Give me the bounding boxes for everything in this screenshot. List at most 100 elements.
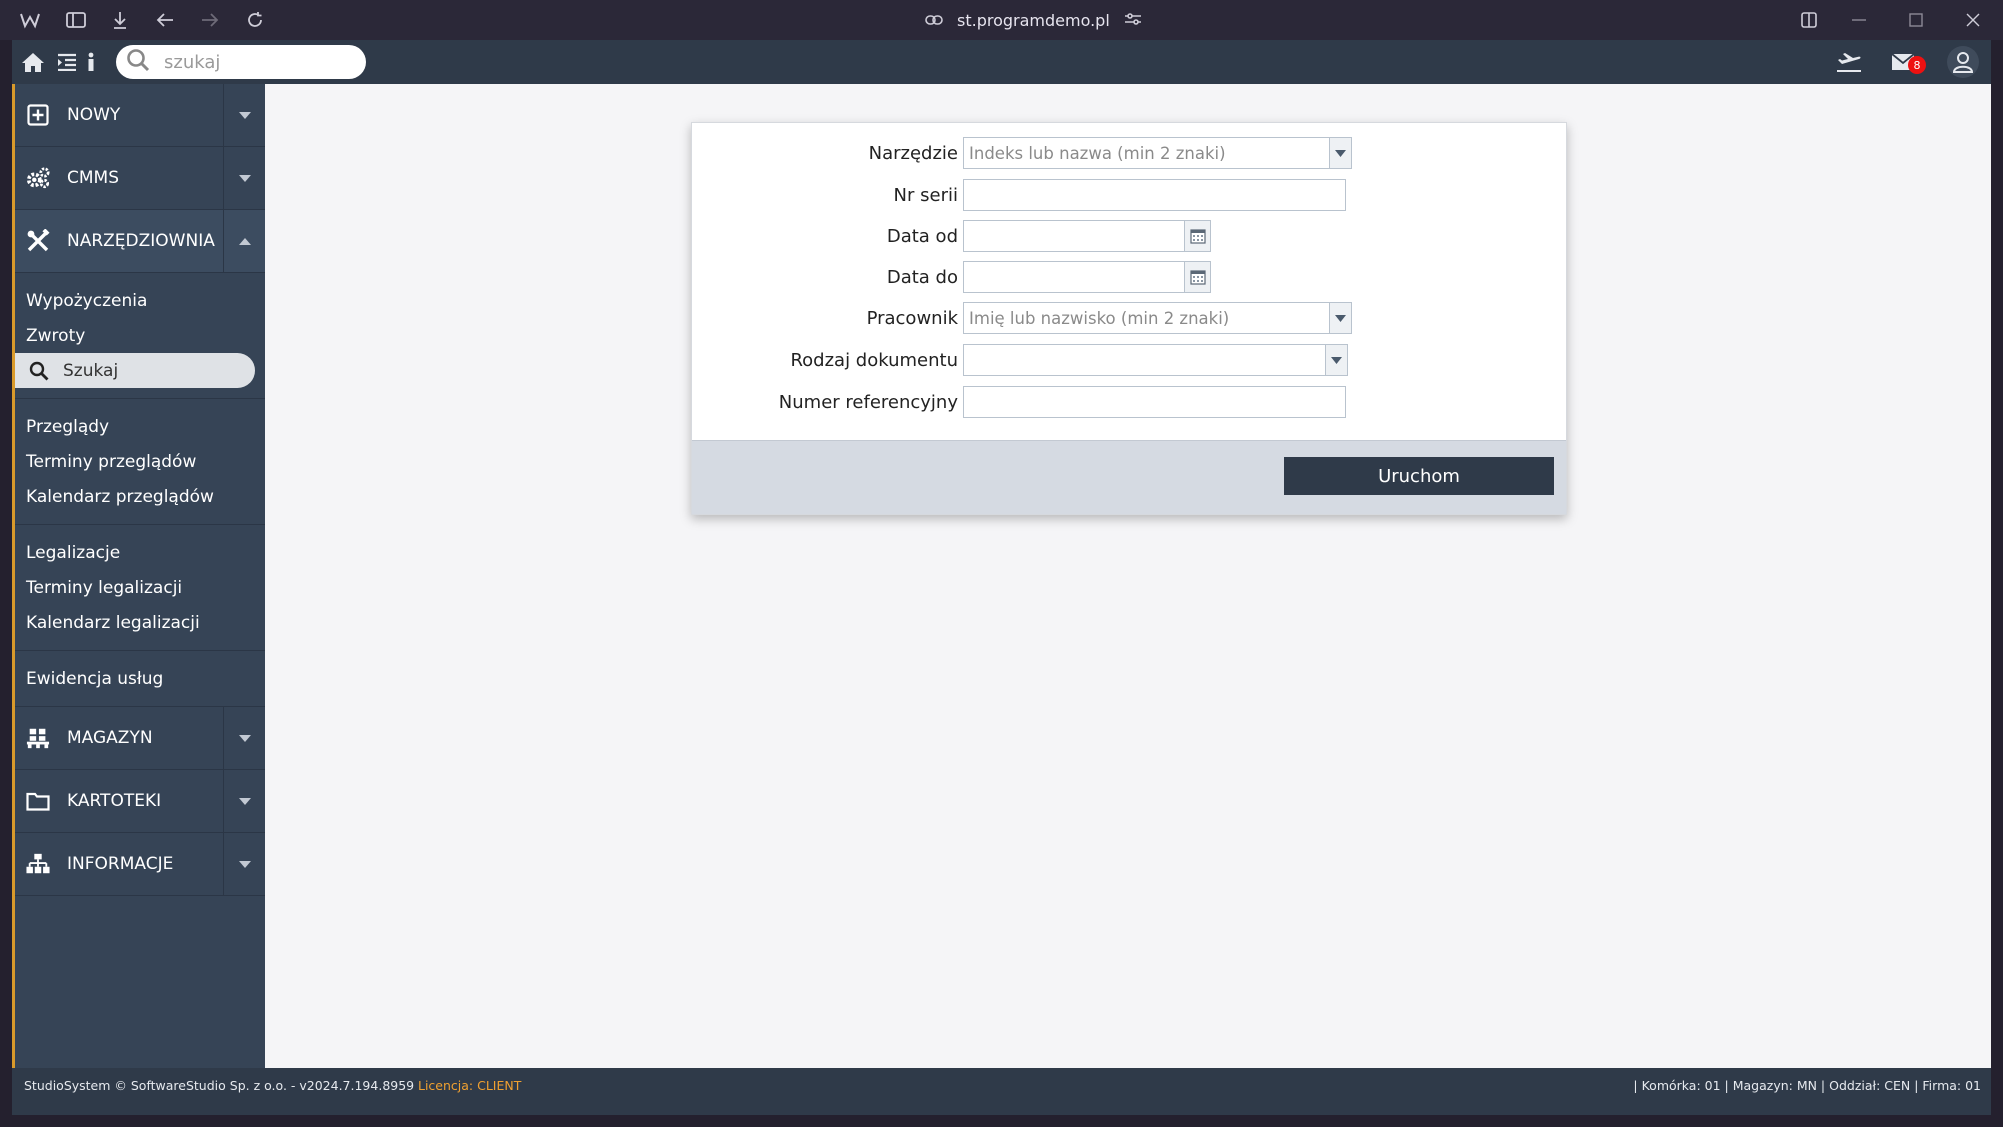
sidebar-section-label: NOWY [67,105,121,125]
sidebar-item-terminy-przegladow[interactable]: Terminy przeglądów [15,444,265,479]
field-label: Rodzaj dokumentu [790,349,958,371]
home-icon[interactable] [20,50,46,74]
search-icon [29,361,49,381]
app-header: 8 [12,40,1991,84]
sidebar-item-kalendarz-przegladow[interactable]: Kalendarz przeglądów [15,479,265,514]
context-info: | Komórka: 01 | Magazyn: MN | Oddział: C… [1633,1078,1981,1093]
folder-icon [26,789,50,813]
mail-count-badge: 8 [1908,56,1926,74]
chevron-down-icon[interactable] [223,84,265,147]
sidebar-section-label: NARZĘDZIOWNIA [67,231,215,251]
reference-number-field[interactable] [963,386,1346,418]
sidebar-section-magazyn[interactable]: MAGAZYN [15,707,265,770]
calendar-icon[interactable] [1184,262,1210,292]
sidebar-section-kartoteki[interactable]: KARTOTEKI [15,770,265,833]
main-content: Narzędzie Nr serii Data od [265,84,1991,1068]
sitemap-icon [26,852,50,876]
serial-number-input[interactable] [964,180,1345,210]
sidebar: NOWY CMMS NARZĘDZIOWNIA Wypożyczenia Zwr… [12,84,265,1068]
date-from-input[interactable] [964,221,1184,251]
sidebar-section-informacje[interactable]: INFORMACJE [15,833,265,896]
employee-combobox[interactable] [963,302,1352,334]
download-icon[interactable] [108,8,132,32]
search-form-panel: Narzędzie Nr serii Data od [691,122,1567,515]
run-button[interactable]: Uruchom [1284,457,1554,495]
sidebar-item-ewidencja-uslug[interactable]: Ewidencja usług [15,661,265,696]
sidebar-section-label: KARTOTEKI [67,791,162,811]
gears-icon [26,166,50,190]
sidebar-section-label: MAGAZYN [67,728,153,748]
sidebar-item-przeglady[interactable]: Przeglądy [15,409,265,444]
pallet-icon [26,726,50,750]
serial-number-field[interactable] [963,179,1346,211]
date-to-field[interactable] [963,261,1211,293]
address-bar[interactable]: st.programdemo.pl [925,8,1142,32]
sidebar-section-label: CMMS [67,168,119,188]
sidebar-toggle-icon[interactable] [64,8,88,32]
link-icon [925,11,943,30]
sidebar-item-legalizacje[interactable]: Legalizacje [15,535,265,570]
chevron-down-icon[interactable] [1325,345,1347,375]
sidebar-item-zwroty[interactable]: Zwroty [15,318,265,353]
sidebar-item-terminy-legalizacji[interactable]: Terminy legalizacji [15,570,265,605]
split-view-icon[interactable] [1797,8,1821,32]
copyright-text: StudioSystem © SoftwareStudio Sp. z o.o.… [24,1078,415,1093]
search-icon [126,48,150,76]
narzedziownia-group-4: Ewidencja usług [15,651,265,707]
form-footer: Uruchom [692,440,1566,514]
tools-icon [26,229,50,253]
date-to-input[interactable] [964,262,1184,292]
maximize-icon[interactable] [1904,8,1928,32]
forward-icon[interactable] [198,8,222,32]
chevron-down-icon[interactable] [223,770,265,833]
user-avatar-icon[interactable] [1947,46,1979,78]
browser-logo-icon[interactable] [18,8,42,32]
tool-input[interactable] [964,138,1328,168]
document-type-input[interactable] [964,345,1324,375]
license-text: Licencja: CLIENT [418,1078,522,1093]
sidebar-item-kalendarz-legalizacji[interactable]: Kalendarz legalizacji [15,605,265,640]
field-label: Pracownik [866,307,958,329]
browser-toolbar: st.programdemo.pl [0,0,2003,40]
search-input[interactable] [164,51,344,73]
field-label: Nr serii [893,184,958,206]
url-text: st.programdemo.pl [957,10,1110,30]
chevron-down-icon[interactable] [223,833,265,896]
site-settings-icon[interactable] [1124,11,1142,30]
app-window: 8 NOWY CMMS NAR [12,40,1991,1115]
date-from-field[interactable] [963,220,1211,252]
chevron-down-icon[interactable] [1329,303,1351,333]
minimize-icon[interactable] [1847,8,1871,32]
global-search[interactable] [116,45,366,79]
info-icon[interactable] [84,50,98,74]
employee-input[interactable] [964,303,1328,333]
field-label: Narzędzie [868,142,958,164]
sidebar-section-cmms[interactable]: CMMS [15,147,265,210]
sidebar-item-szukaj[interactable]: Szukaj [15,353,255,388]
sidebar-section-narzedziownia[interactable]: NARZĘDZIOWNIA [15,210,265,273]
tool-combobox[interactable] [963,137,1352,169]
narzedziownia-group-3: Legalizacje Terminy legalizacji Kalendar… [15,525,265,651]
chevron-down-icon[interactable] [1329,138,1351,168]
reference-number-input[interactable] [964,387,1345,417]
field-label: Data od [886,225,958,247]
back-icon[interactable] [153,8,177,32]
plane-icon[interactable] [1834,50,1864,74]
sidebar-section-label: INFORMACJE [67,854,174,874]
field-label: Numer referencyjny [778,391,958,413]
plus-square-icon [26,103,50,127]
field-label: Data do [886,266,958,288]
chevron-down-icon[interactable] [223,147,265,210]
sidebar-section-nowy[interactable]: NOWY [15,84,265,147]
calendar-icon[interactable] [1184,221,1210,251]
close-icon[interactable] [1961,8,1985,32]
narzedziownia-group-2: Przeglądy Terminy przeglądów Kalendarz p… [15,399,265,525]
reload-icon[interactable] [243,8,267,32]
sidebar-item-label: Szukaj [63,360,119,381]
narzedziownia-group-1: Wypożyczenia Zwroty Szukaj [15,273,265,399]
chevron-up-icon[interactable] [223,210,265,273]
sidebar-item-wypozyczenia[interactable]: Wypożyczenia [15,283,265,318]
document-type-select[interactable] [963,344,1348,376]
chevron-down-icon[interactable] [223,707,265,770]
menu-indent-icon[interactable] [54,50,80,74]
